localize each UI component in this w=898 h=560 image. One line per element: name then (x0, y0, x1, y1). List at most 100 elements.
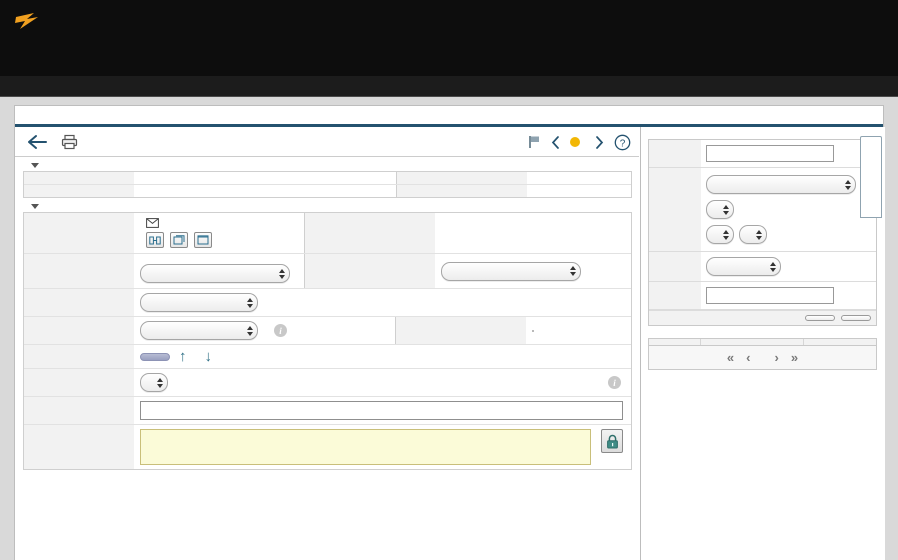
collapse-triangle-icon (31, 204, 39, 209)
last-page-icon[interactable]: » (791, 351, 798, 364)
table-row (24, 425, 631, 469)
assigned-tech-select[interactable] (140, 321, 258, 340)
table-row (24, 289, 631, 317)
table-row (649, 282, 876, 310)
history-icon[interactable] (170, 232, 188, 248)
request-type-select[interactable] (140, 373, 168, 392)
back-arrow-icon[interactable] (27, 134, 47, 150)
tech-group-label (24, 345, 134, 368)
problem-contains-label (649, 282, 701, 309)
problem-request-type-label (649, 168, 701, 251)
first-response-date-label (397, 172, 527, 184)
open-date-value[interactable] (134, 172, 396, 184)
problem-status-label (649, 252, 701, 281)
results-column-no (649, 339, 701, 345)
chevron-right-icon[interactable] (595, 135, 604, 149)
question-icon[interactable]: ? (614, 134, 631, 151)
binoculars-icon[interactable] (146, 232, 164, 248)
table-row: i (24, 369, 631, 397)
table-row (649, 168, 876, 252)
envelope-icon[interactable] (146, 218, 159, 228)
request-detail-cell (134, 425, 631, 469)
stepper-arrows-icon (723, 229, 729, 240)
info-icon[interactable]: i (608, 376, 621, 389)
search-results-pagination: « ‹ › » (649, 346, 876, 369)
last-updated-label (24, 185, 134, 197)
problem-no-input[interactable] (706, 145, 834, 162)
stepper-arrows-icon (570, 266, 576, 276)
stepper-arrows-icon (723, 204, 729, 215)
client-label (24, 213, 134, 253)
app-header (0, 0, 898, 76)
problem-request-type-select-4[interactable] (739, 225, 767, 244)
main-navigation (14, 42, 898, 72)
ticket-number-display (570, 137, 585, 147)
request-type-cell: i (134, 369, 631, 396)
request-detail-textarea[interactable] (140, 429, 591, 465)
stepper-arrows-icon (279, 268, 285, 279)
next-page-icon[interactable]: › (775, 351, 779, 364)
location-select[interactable] (140, 264, 290, 283)
ticket-subnavigation (0, 76, 898, 97)
table-row: i (24, 317, 631, 345)
department-select[interactable] (140, 293, 258, 312)
first-response-date-value (527, 172, 631, 184)
results-column-action (804, 339, 876, 345)
app-logo[interactable] (14, 6, 43, 36)
problem-request-type-cell (701, 168, 876, 251)
open-date-label (24, 172, 134, 184)
problem-contains-input[interactable] (706, 287, 834, 304)
window-icon[interactable] (194, 232, 212, 248)
ticket-type-group (532, 329, 534, 332)
room-label (305, 254, 435, 288)
problem-request-type-select-1[interactable] (706, 175, 856, 194)
location-label (24, 254, 134, 288)
subject-cell (134, 397, 631, 424)
assigned-tech-label (24, 317, 134, 344)
escalate-arrow-icon[interactable]: ↑ (179, 349, 187, 364)
svg-text:?: ? (620, 138, 626, 149)
search-button[interactable] (841, 315, 871, 321)
stepper-arrows-icon (756, 229, 762, 240)
tech-group-pill[interactable] (140, 352, 170, 361)
close-date-value (527, 185, 631, 197)
stepper-arrows-icon (247, 325, 253, 336)
lock-icon[interactable] (601, 429, 623, 453)
details-section-header[interactable] (23, 198, 632, 212)
subject-input[interactable] (140, 401, 623, 420)
first-page-icon[interactable]: « (727, 351, 734, 364)
request-detail-label (24, 425, 134, 469)
chevron-left-icon[interactable] (551, 135, 560, 149)
problem-request-type-select-3[interactable] (706, 225, 734, 244)
table-row (24, 213, 631, 254)
tech-group-cell: ↑ ↓ (134, 345, 631, 368)
problem-search-pane: « ‹ › » (642, 127, 885, 560)
stepper-arrows-icon (770, 261, 776, 272)
stepper-arrows-icon (247, 297, 253, 308)
department-label (24, 289, 134, 316)
clear-button[interactable] (805, 315, 835, 321)
info-icon[interactable]: i (274, 324, 287, 337)
assigned-tech-cell: i (134, 317, 395, 344)
problems-vertical-tab[interactable] (860, 136, 882, 218)
details-section: i ↑ ↓ i (15, 198, 640, 470)
dates-section-header[interactable] (23, 157, 632, 171)
problem-search-form (648, 139, 877, 326)
stepper-arrows-icon (157, 377, 163, 388)
room-cell (435, 254, 631, 288)
flag-icon[interactable] (528, 135, 541, 149)
created-by-value (435, 213, 631, 253)
created-by-label (305, 213, 435, 253)
deescalate-arrow-icon[interactable]: ↓ (205, 349, 213, 364)
ticket-type-label (396, 317, 526, 344)
prev-page-icon[interactable]: ‹ (746, 351, 750, 364)
ticket-panel: ? i ↑ ↓ i « ‹ › » (14, 105, 885, 560)
table-row (24, 397, 631, 425)
printer-icon[interactable] (61, 134, 78, 150)
problem-status-select[interactable] (706, 257, 781, 276)
search-results-header (649, 339, 876, 346)
details-grid: i ↑ ↓ i (23, 212, 632, 470)
problem-request-type-select-2[interactable] (706, 200, 734, 219)
results-column-request-detail (701, 339, 804, 345)
room-select[interactable] (441, 261, 581, 281)
